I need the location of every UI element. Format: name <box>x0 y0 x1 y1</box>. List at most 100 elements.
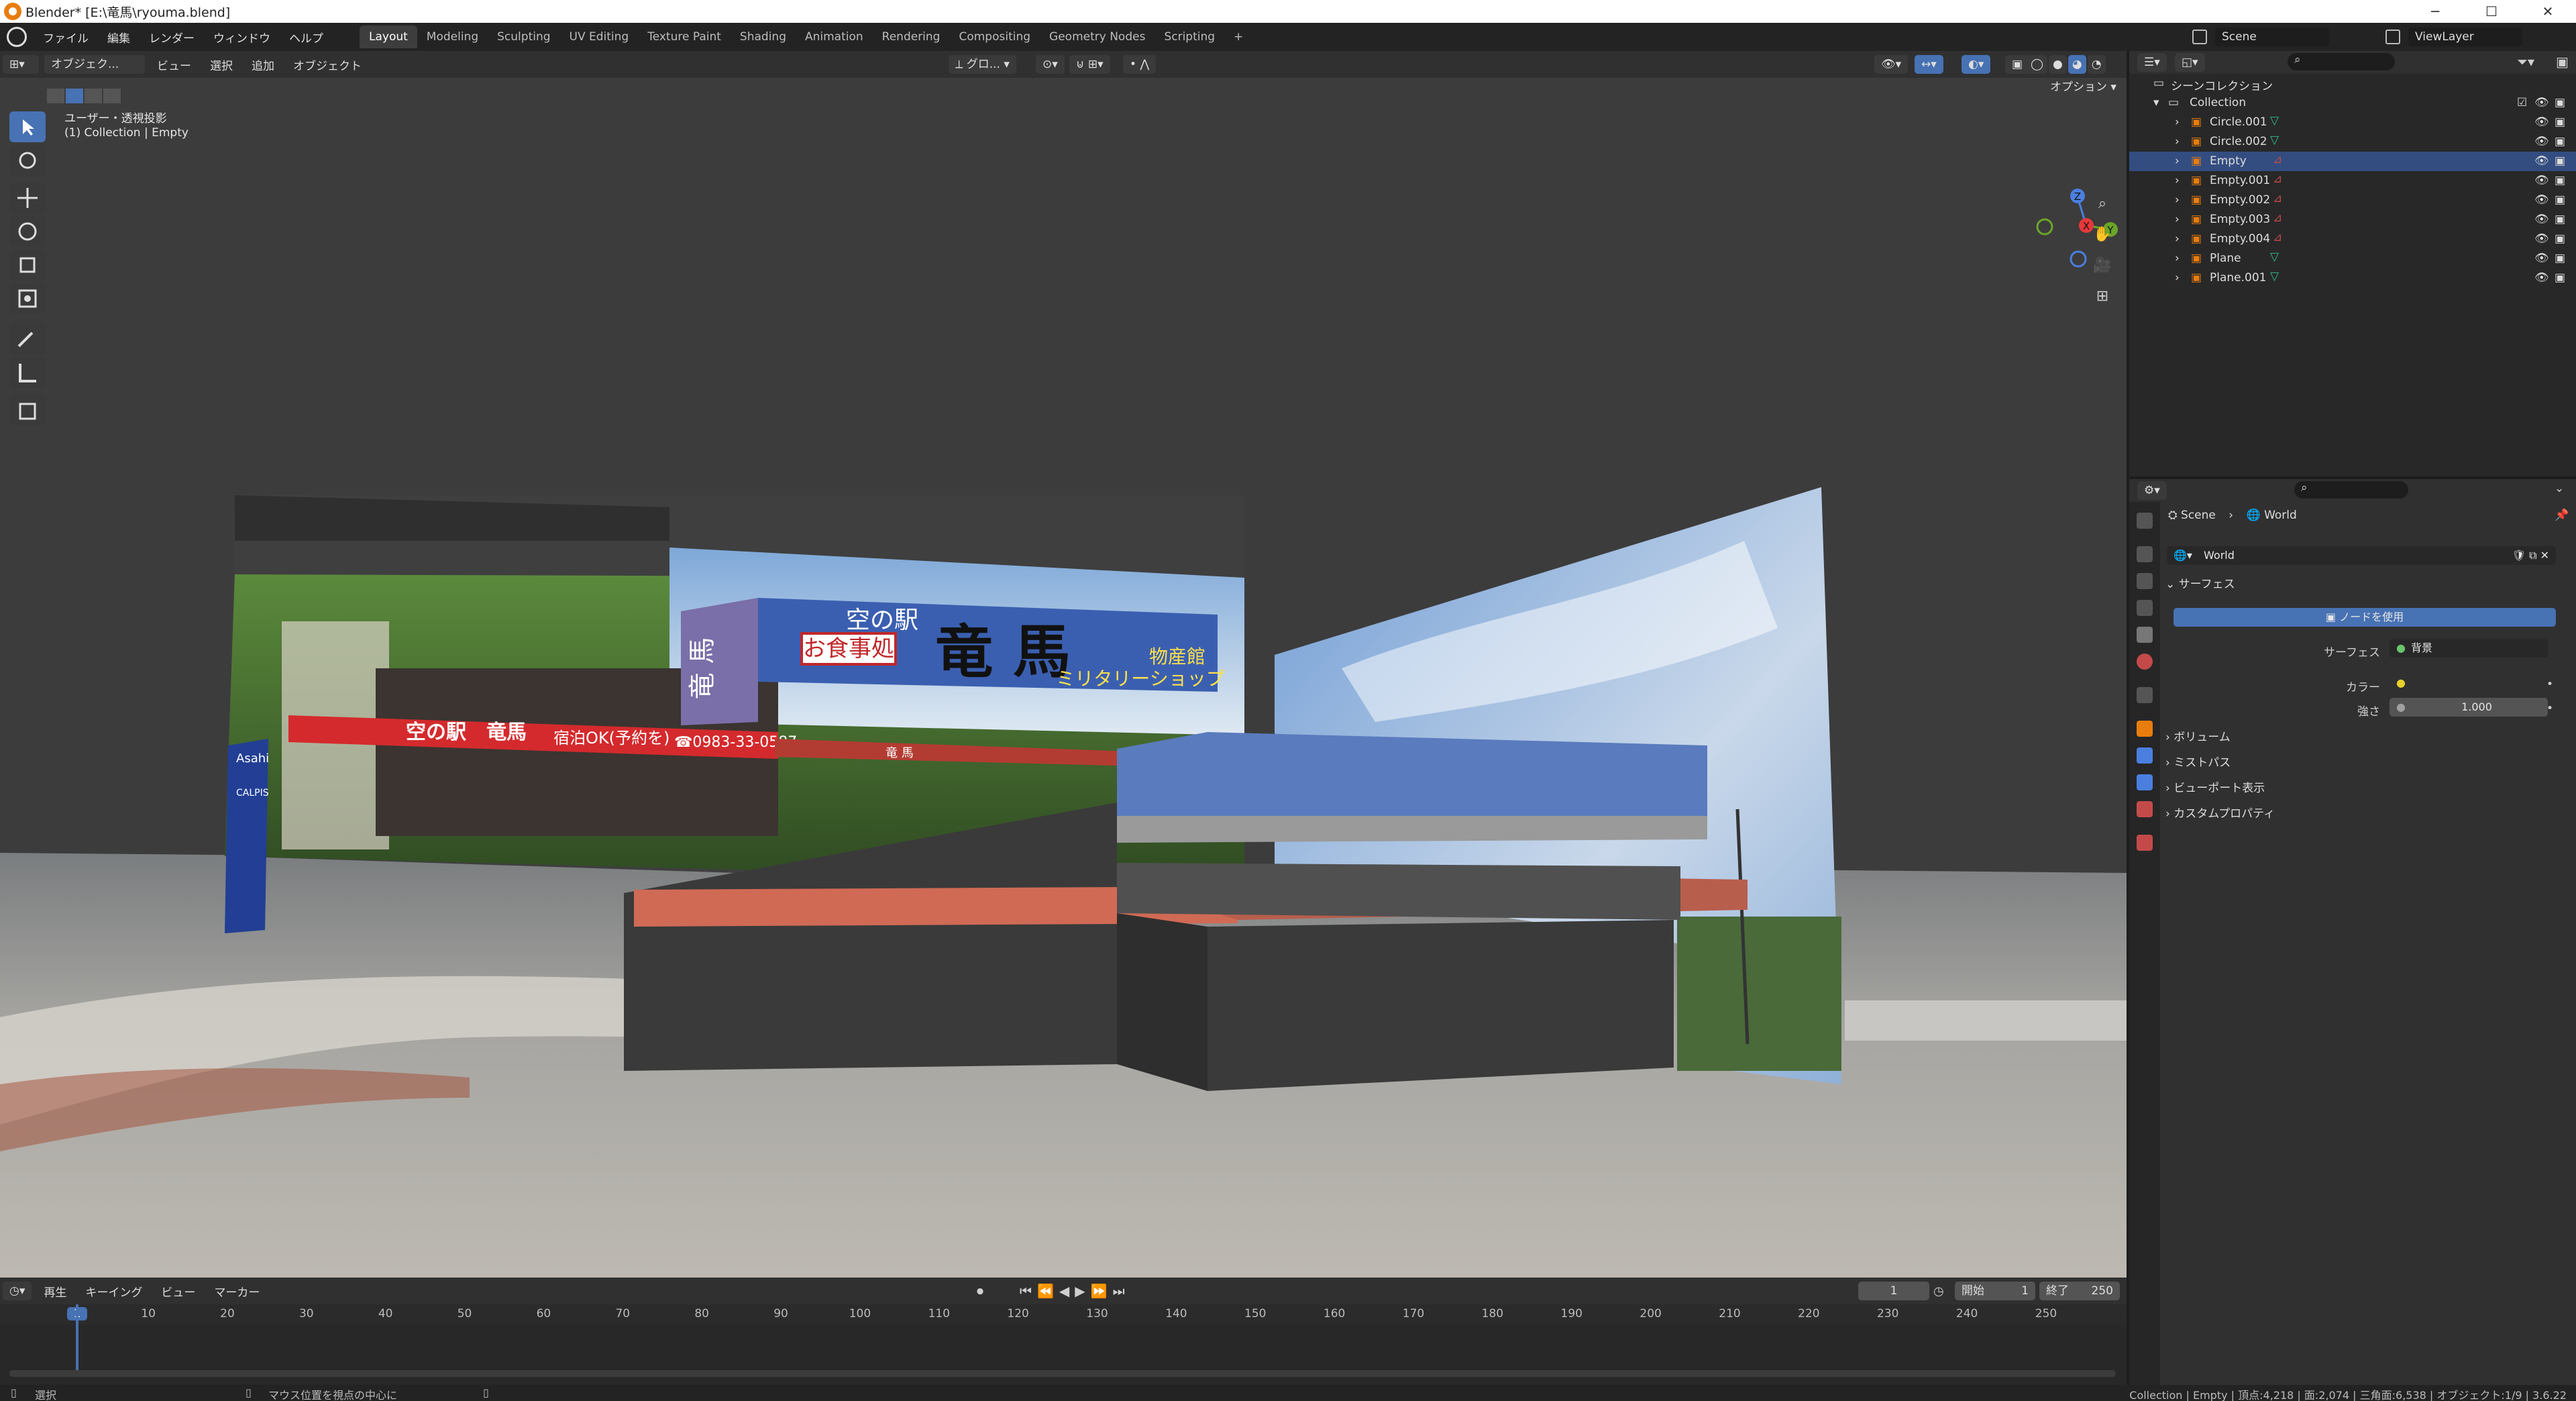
eye-icon[interactable]: 👁 <box>2534 115 2549 129</box>
tab-texture-paint[interactable]: Texture Paint <box>638 25 731 48</box>
tab-compositing[interactable]: Compositing <box>949 25 1040 48</box>
move-tool[interactable] <box>9 183 46 213</box>
scene-tab-icon[interactable] <box>2137 627 2153 643</box>
outliner-row[interactable]: › ▣ Circle.001 ▽ 👁 ▣ <box>2129 113 2576 132</box>
menu-render[interactable]: レンダー <box>140 29 204 46</box>
snap-button[interactable]: ⊍ ⊞▾ <box>1069 55 1110 74</box>
eye-icon[interactable]: 👁 <box>2534 135 2549 148</box>
mode-selector[interactable]: オブジェク... <box>44 55 145 74</box>
current-frame-field[interactable]: 1 <box>1858 1282 1929 1300</box>
outliner-row[interactable]: › ▣ Empty.004 ⊿ 👁 ▣ <box>2129 229 2576 249</box>
transform-tool[interactable] <box>9 283 46 314</box>
expand-arrow-icon[interactable]: › <box>2175 252 2180 265</box>
modifier-tab-icon[interactable] <box>2137 747 2153 764</box>
tab-shading[interactable]: Shading <box>731 25 796 48</box>
scale-tool[interactable] <box>9 250 46 280</box>
expand-arrow-icon[interactable]: › <box>2175 135 2180 148</box>
collection-tab-icon[interactable] <box>2137 687 2153 703</box>
surface-panel-header[interactable]: ⌄ サーフェス <box>2165 573 2564 596</box>
pan-hand-icon[interactable]: ✋ <box>2090 223 2114 247</box>
proportional-button[interactable]: • ⋀ <box>1123 55 1157 74</box>
menu-keying[interactable]: キーイング <box>76 1283 152 1300</box>
eye-icon[interactable]: 👁 <box>2534 174 2549 187</box>
pivot-button[interactable]: ⊙▾ <box>1036 55 1065 74</box>
outliner-row[interactable]: › ▣ Empty.001 ⊿ 👁 ▣ <box>2129 171 2576 191</box>
expand-arrow-icon[interactable]: › <box>2175 271 2180 284</box>
transform-orientation[interactable]: ⟂ グロ... ▾ <box>949 55 1016 74</box>
output-tab-icon[interactable] <box>2137 573 2153 589</box>
camera-render-icon[interactable]: ▣ <box>2555 213 2565 226</box>
visibility-button[interactable]: 👁▾ <box>1874 55 1909 74</box>
minimize-button[interactable]: ─ <box>2407 0 2463 23</box>
menu-edit[interactable]: 編集 <box>98 29 140 46</box>
constraint-tab-icon[interactable] <box>2137 801 2153 817</box>
timeline-editor-type[interactable]: ◷▾ <box>3 1282 32 1300</box>
select-mode-extend-icon[interactable] <box>66 89 83 103</box>
menu-marker[interactable]: マーカー <box>205 1283 269 1300</box>
scene-selector[interactable]: Scene <box>2215 28 2329 46</box>
wireframe-shading-button[interactable]: ◯ <box>2027 55 2048 74</box>
camera-render-icon[interactable]: ▣ <box>2555 115 2565 129</box>
expand-arrow-icon[interactable]: › <box>2175 232 2180 246</box>
tool-tab-icon[interactable] <box>2137 513 2153 529</box>
material-shading-button[interactable]: ◕ <box>2068 55 2086 74</box>
record-icon[interactable]: ⏺ <box>977 1283 983 1299</box>
camera-render-icon[interactable]: ▣ <box>2555 193 2565 207</box>
eye-icon[interactable]: 👁 <box>2534 213 2549 226</box>
viewport-display-panel-header[interactable]: › ビューポート表示 <box>2165 777 2564 800</box>
outliner-row[interactable]: › ▣ Plane ▽ 👁 ▣ <box>2129 249 2576 268</box>
object-tab-icon[interactable] <box>2137 721 2153 737</box>
rotate-tool[interactable] <box>9 216 46 247</box>
timeline-area[interactable]: 1102030405060708090100110120130140150160… <box>0 1304 2127 1385</box>
mist-panel-header[interactable]: › ミストパス <box>2165 751 2564 774</box>
playhead[interactable] <box>76 1304 78 1371</box>
camera-render-icon[interactable]: ▣ <box>2555 174 2565 187</box>
outliner-row[interactable]: › ▣ Empty.003 ⊿ 👁 ▣ <box>2129 210 2576 229</box>
editor-type-button[interactable]: ⊞▾ <box>3 55 39 74</box>
tab-geometry-nodes[interactable]: Geometry Nodes <box>1040 25 1155 48</box>
add-workspace-button[interactable]: + <box>1224 25 1252 48</box>
checkbox-icon[interactable]: ☑ <box>2517 96 2527 109</box>
datablock-actions-icon[interactable]: 🛡 ⧉ ✕ <box>2512 546 2549 565</box>
gizmo-toggle[interactable]: ↔▾ <box>1915 55 1943 74</box>
add-cube-tool[interactable] <box>9 395 46 425</box>
strength-field[interactable]: ● 1.000 <box>2390 698 2548 717</box>
pin-icon[interactable]: 📌 <box>2555 509 2569 522</box>
outliner-search-input[interactable]: ⌕ <box>2288 53 2395 70</box>
menu-add[interactable]: 追加 <box>242 56 284 73</box>
tab-sculpting[interactable]: Sculpting <box>488 25 559 48</box>
outliner-row[interactable]: › ▣ Plane.001 ▽ 👁 ▣ <box>2129 268 2576 288</box>
keyframe-dot-icon[interactable]: • <box>2546 678 2553 691</box>
grid-view-icon[interactable]: ⊞ <box>2090 284 2114 309</box>
tab-scripting[interactable]: Scripting <box>1155 25 1224 48</box>
rendered-shading-button[interactable]: ◔ <box>2087 55 2106 74</box>
camera-render-icon[interactable]: ▣ <box>2555 154 2565 168</box>
tab-rendering[interactable]: Rendering <box>873 25 950 48</box>
menu-select[interactable]: 選択 <box>201 56 242 73</box>
use-nodes-button[interactable]: ▣ ノードを使用 <box>2174 608 2556 627</box>
camera-render-icon[interactable]: ▣ <box>2555 252 2565 265</box>
menu-help[interactable]: ヘルプ <box>280 29 333 46</box>
cursor-tool[interactable] <box>9 145 46 176</box>
expand-arrow-icon[interactable]: › <box>2175 193 2180 207</box>
texture-tab-icon[interactable] <box>2137 835 2153 851</box>
select-mode-new-icon[interactable] <box>47 89 64 103</box>
render-tab-icon[interactable] <box>2137 546 2153 562</box>
menu-window[interactable]: ウィンドウ <box>204 29 280 46</box>
outliner-row[interactable]: › ▣ Empty.002 ⊿ 👁 ▣ <box>2129 191 2576 210</box>
eye-icon[interactable]: 👁 <box>2534 96 2549 109</box>
blender-menu-icon[interactable] <box>7 27 27 47</box>
menu-timeline-view[interactable]: ビュー <box>152 1283 205 1300</box>
tab-animation[interactable]: Animation <box>796 25 873 48</box>
options-dropdown[interactable]: オプション ▾ <box>2043 78 2123 97</box>
volume-panel-header[interactable]: › ボリューム <box>2165 726 2564 749</box>
outliner-row[interactable]: › ▣ Empty ⊿ 👁 ▣ <box>2129 152 2576 171</box>
maximize-button[interactable]: ☐ <box>2463 0 2520 23</box>
properties-search-input[interactable]: ⌕ <box>2294 481 2408 499</box>
outliner-row[interactable]: › ▣ Circle.002 ▽ 👁 ▣ <box>2129 132 2576 152</box>
outliner-editor-type[interactable]: ☰▾ <box>2137 53 2167 72</box>
measure-tool[interactable] <box>9 357 46 388</box>
chevron-down-icon[interactable]: ⌄ <box>2555 482 2564 495</box>
3d-viewport[interactable]: お食事処 空の駅 竜 馬 物産館 ミリタリーショップ 竜 馬 空の駅 竜馬 宿泊… <box>0 78 2127 1278</box>
zoom-icon[interactable]: ⌕ <box>2090 192 2114 216</box>
